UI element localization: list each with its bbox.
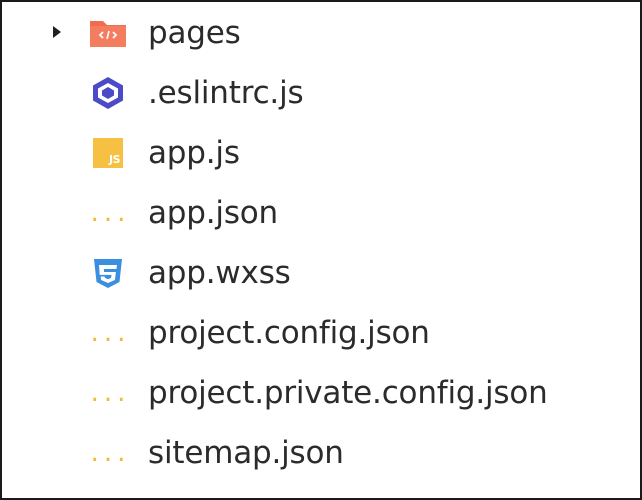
- tree-item-sitemap-json[interactable]: {...} sitemap.json: [2, 424, 640, 482]
- json-icon: {...}: [88, 435, 128, 471]
- json-icon: {...}: [88, 315, 128, 351]
- file-explorer-panel: pages .eslintrc.js JS app.js ... app.jso…: [0, 0, 642, 500]
- tree-item-label: app.json: [148, 195, 278, 231]
- tree-item-app-wxss[interactable]: app.wxss: [2, 244, 640, 302]
- tree-item-label: project.private.config.json: [148, 375, 548, 411]
- tree-item-app-js[interactable]: JS app.js: [2, 124, 640, 182]
- chevron-right-icon[interactable]: [53, 26, 61, 38]
- tree-item-app-json[interactable]: {...} app.json: [2, 184, 640, 242]
- svg-text:{...}: {...}: [88, 382, 128, 407]
- css-icon: [88, 255, 128, 291]
- eslint-icon: [88, 75, 128, 111]
- folder-pages-icon: [88, 15, 128, 51]
- tree-item-label: project.config.json: [148, 315, 430, 351]
- tree-item-label: sitemap.json: [148, 435, 344, 471]
- tree-item-project-private-config-json[interactable]: {...} project.private.config.json: [2, 364, 640, 422]
- json-icon: {...}: [88, 195, 128, 231]
- tree-item-eslintrc[interactable]: .eslintrc.js: [2, 64, 640, 122]
- javascript-icon: JS: [88, 135, 128, 171]
- json-icon: {...}: [88, 375, 128, 411]
- svg-text:{...}: {...}: [88, 202, 128, 227]
- javascript-badge: JS: [93, 138, 123, 168]
- svg-text:{...}: {...}: [88, 322, 128, 347]
- tree-item-label: app.js: [148, 135, 240, 171]
- tree-item-pages-folder[interactable]: pages: [2, 4, 640, 62]
- tree-item-label: app.wxss: [148, 255, 291, 291]
- tree-item-project-config-json[interactable]: {...} project.config.json: [2, 304, 640, 362]
- javascript-badge-text: JS: [108, 153, 121, 166]
- tree-item-label: .eslintrc.js: [148, 75, 304, 111]
- tree-item-label: pages: [148, 15, 241, 51]
- svg-text:{...}: {...}: [88, 442, 128, 467]
